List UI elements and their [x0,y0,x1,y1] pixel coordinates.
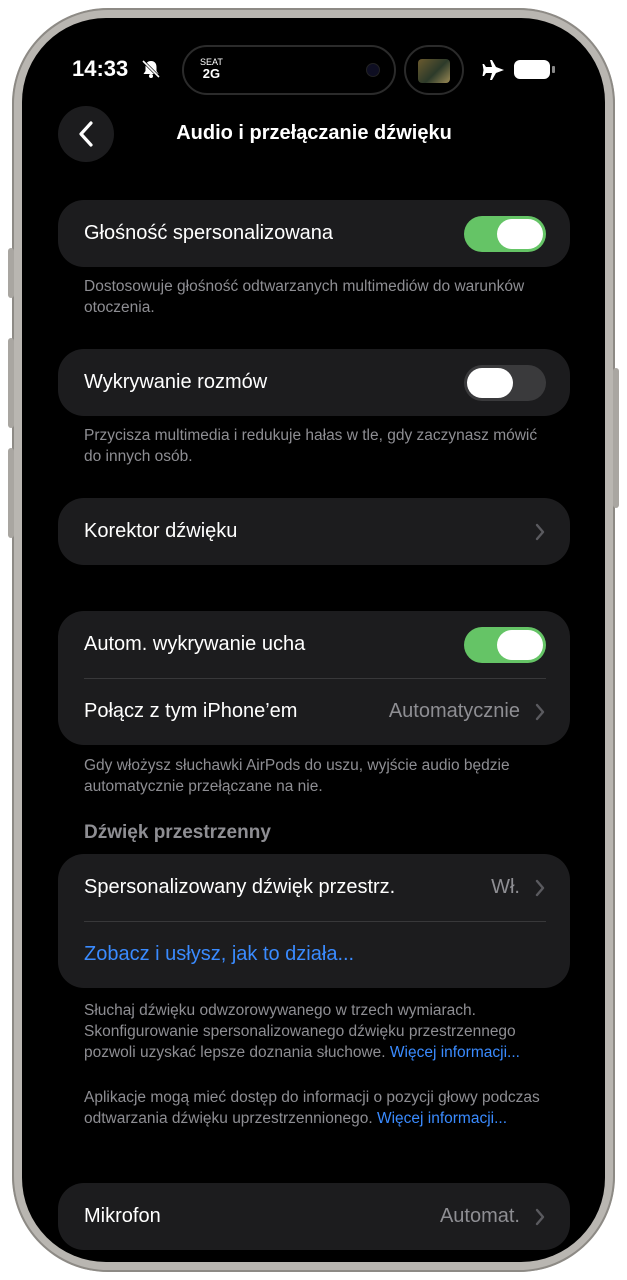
chevron-right-icon [535,879,545,896]
battery-icon [514,60,555,79]
seat-value: 2G [202,66,221,81]
microphone-group: Mikrofon Automat. [58,1183,570,1250]
spatial-demo-row[interactable]: Zobacz i usłysz, jak to działa... [58,921,570,988]
personalized-spatial-label: Spersonalizowany dźwięk przestrz. [84,876,396,898]
chevron-right-icon [535,1208,545,1225]
personalized-volume-group: Głośność spersonalizowana [58,200,570,267]
chevron-left-icon [79,121,93,147]
personalized-volume-label: Głośność spersonalizowana [84,222,334,244]
more-info-link-2[interactable]: Więcej informacji... [377,1110,507,1127]
microphone-row[interactable]: Mikrofon Automat. [58,1183,570,1250]
status-bar: 14:33 SEAT 2G [22,18,605,118]
page-title: Audio i przełączanie dźwięku [176,122,452,144]
conversation-awareness-row[interactable]: Wykrywanie rozmów [58,349,570,416]
live-activity-bubble[interactable] [404,45,464,95]
action-button [8,248,14,298]
auto-ear-detection-row[interactable]: Autom. wykrywanie ucha [58,611,570,678]
personalized-volume-row[interactable]: Głośność spersonalizowana [58,200,570,267]
personalized-spatial-row[interactable]: Spersonalizowany dźwięk przestrz. Wł. [58,854,570,921]
dynamic-island[interactable]: SEAT 2G [182,45,396,95]
screen: 14:33 SEAT 2G Audio i przełączanie dźwię… [22,18,605,1262]
volume-down-button [8,448,14,538]
album-art-thumbnail [418,59,450,83]
auto-ear-detection-label: Autom. wykrywanie ucha [84,633,306,655]
spatial-audio-section-title: Dźwięk przestrzenny [84,822,271,843]
personalized-spatial-value: Wł. [491,876,520,898]
microphone-value: Automat. [439,1205,520,1227]
toggle-knob [497,218,543,249]
camera-icon [366,63,380,77]
toggle-knob [497,629,543,660]
ear-detection-group: Autom. wykrywanie ucha Połącz z tym iPho… [58,611,570,745]
spatial-demo-link[interactable]: Zobacz i usłysz, jak to działa... [84,943,546,966]
equalizer-row[interactable]: Korektor dźwięku [58,498,570,565]
back-button[interactable] [58,106,114,162]
more-info-link-1[interactable]: Więcej informacji... [390,1044,520,1061]
airplane-icon [482,60,504,80]
personalized-volume-footer: Dostosowuje głośność odtwarzanych multim… [84,278,525,316]
chevron-right-icon [535,523,545,540]
conversation-awareness-footer: Przycisza multimedia i redukuje hałas w … [84,427,538,465]
personalized-volume-toggle[interactable] [464,215,546,252]
bell-slash-icon [141,59,161,79]
auto-ear-detection-toggle[interactable] [464,626,546,663]
seat-indicator: SEAT 2G [200,57,223,81]
microphone-label: Mikrofon [84,1205,161,1227]
equalizer-label: Korektor dźwięku [84,520,238,542]
chevron-right-icon [535,703,545,720]
connect-to-iphone-value: Automatycznie [388,700,520,722]
ear-detection-footer: Gdy włożysz słuchawki AirPods do uszu, w… [84,757,510,795]
conversation-awareness-label: Wykrywanie rozmów [84,371,268,393]
status-time: 14:33 [72,56,129,81]
spatial-audio-footer-1: Słuchaj dźwięku odwzorowywanego w trzech… [84,1000,554,1063]
volume-up-button [8,338,14,428]
connect-to-iphone-row[interactable]: Połącz z tym iPhone’em Automatycznie [58,678,570,745]
spatial-audio-group: Spersonalizowany dźwięk przestrz. Wł. Zo… [58,854,570,988]
spatial-audio-footer-2: Aplikacje mogą mieć dostęp do informacji… [84,1087,554,1129]
equalizer-group: Korektor dźwięku [58,498,570,565]
toggle-knob [467,367,513,398]
conversation-awareness-toggle[interactable] [464,364,546,401]
side-button [613,368,619,508]
conversation-awareness-group: Wykrywanie rozmów [58,349,570,416]
connect-to-iphone-label: Połącz z tym iPhone’em [84,700,298,722]
